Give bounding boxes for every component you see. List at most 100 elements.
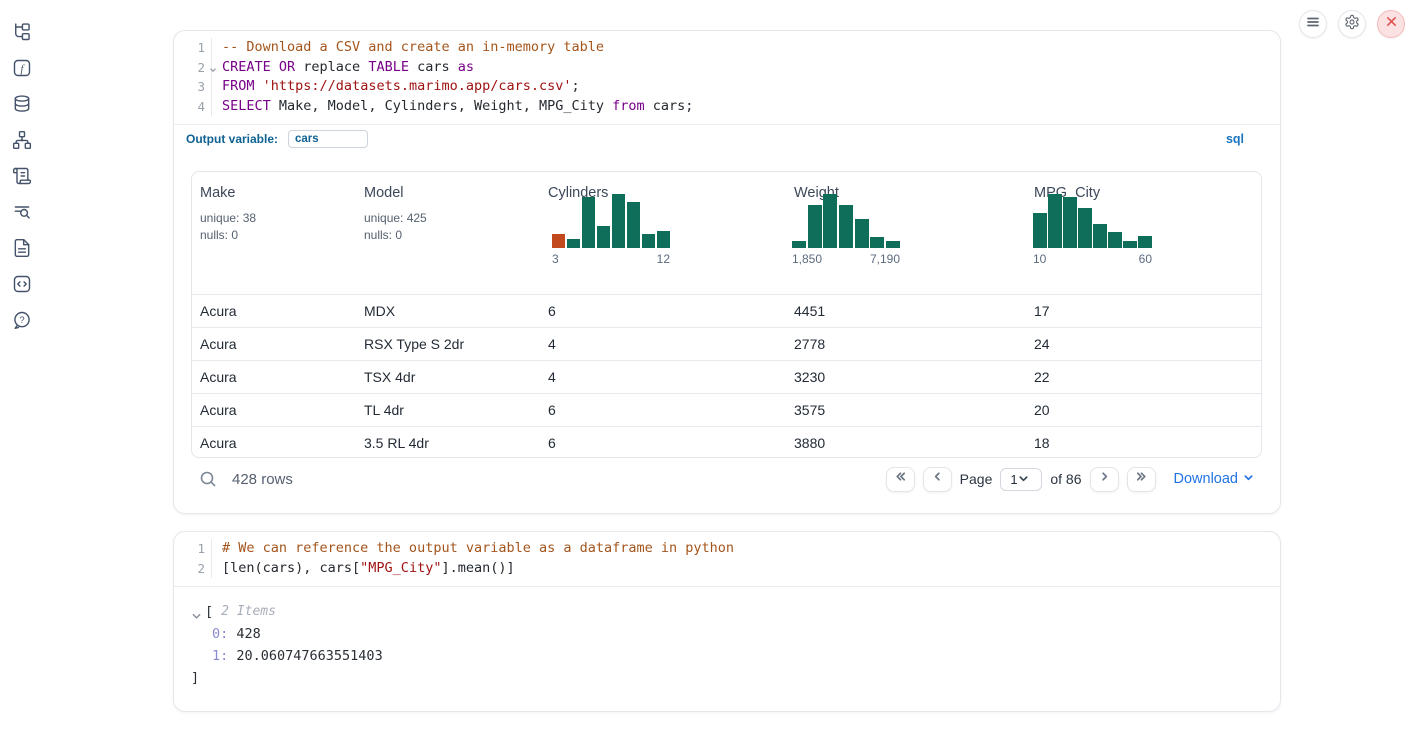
python-output: [ 2 Items 0: 4281: 20.060747663551403 ]	[174, 586, 1280, 689]
code-text: -- Download a CSV and create an in-memor…	[212, 38, 604, 58]
table-row[interactable]: AcuraTSX 4dr4323022	[192, 360, 1261, 393]
histogram-bar[interactable]	[1033, 213, 1047, 248]
histogram-bar[interactable]	[823, 194, 837, 248]
histogram-bar[interactable]	[1093, 224, 1107, 248]
first-page-button[interactable]	[886, 467, 915, 492]
row-count-label: 428 rows	[232, 471, 293, 488]
histogram-bar[interactable]	[1078, 208, 1092, 248]
download-label: Download	[1174, 471, 1239, 487]
histogram-bars	[792, 194, 900, 248]
help-icon[interactable]: ?	[12, 310, 32, 330]
tree-entries: 0: 4281: 20.060747663551403	[191, 623, 1280, 667]
code-text: SELECT Make, Model, Cylinders, Weight, M…	[212, 97, 693, 117]
histogram-bar[interactable]	[582, 197, 595, 248]
scratchpad-icon[interactable]	[12, 166, 32, 186]
table-cell: 6	[540, 303, 786, 319]
table-row[interactable]: Acura3.5 RL 4dr6388018	[192, 426, 1261, 458]
histogram-bar[interactable]	[839, 205, 853, 248]
notebook-menu-button[interactable]	[1299, 10, 1327, 38]
table-row[interactable]: AcuraTL 4dr6357520	[192, 393, 1261, 426]
search-icon[interactable]	[199, 469, 219, 489]
histogram-bar[interactable]	[886, 241, 900, 248]
tree-close-bracket: ]	[191, 667, 1280, 689]
histogram-bar[interactable]	[855, 219, 869, 248]
datasources-icon[interactable]	[12, 94, 32, 114]
tree-collapse-toggle[interactable]: [ 2 Items	[191, 601, 1280, 623]
histogram-bar[interactable]	[642, 234, 655, 248]
code-line: 1-- Download a CSV and create an in-memo…	[174, 38, 1280, 58]
documentation-icon[interactable]	[12, 238, 32, 258]
logs-search-icon[interactable]	[12, 202, 32, 222]
table-cell: TL 4dr	[356, 402, 540, 418]
histogram-bar[interactable]	[1123, 241, 1137, 248]
code-line: 2CREATE OR replace TABLE cars as	[174, 58, 1280, 78]
histogram-bar[interactable]	[792, 241, 806, 248]
chevrons-left-icon	[894, 470, 907, 488]
table-cell: 3575	[786, 402, 1026, 418]
table-cell: 22	[1026, 369, 1261, 385]
table-row[interactable]: AcuraMDX6445117	[192, 294, 1261, 327]
histogram-bar[interactable]	[870, 237, 884, 248]
column-histogram: 1060	[1033, 194, 1152, 266]
chevron-down-icon	[1243, 471, 1254, 487]
histogram-bar[interactable]	[1138, 236, 1152, 248]
table-cell: 4	[540, 336, 786, 352]
dependency-graph-icon[interactable]	[12, 130, 32, 150]
histogram-bar[interactable]	[1048, 194, 1062, 248]
python-code-editor[interactable]: 1# We can reference the output variable …	[174, 532, 1280, 586]
sql-code-editor[interactable]: 1-- Download a CSV and create an in-memo…	[174, 31, 1280, 124]
table-cell: 6	[540, 402, 786, 418]
histogram-bar[interactable]	[627, 202, 640, 248]
histogram-bars	[1033, 194, 1152, 248]
settings-button[interactable]	[1338, 10, 1366, 38]
table-cell: 17	[1026, 303, 1261, 319]
file-tree-icon[interactable]	[12, 22, 32, 42]
functions-icon[interactable]: f	[12, 58, 32, 78]
histogram-bar[interactable]	[1063, 197, 1077, 248]
output-variable-input[interactable]	[288, 130, 368, 148]
table-body: AcuraMDX6445117AcuraRSX Type S 2dr427782…	[192, 294, 1261, 458]
shutdown-close-icon	[1385, 15, 1398, 33]
fold-chevron-icon[interactable]	[208, 61, 218, 71]
histogram-bar[interactable]	[657, 231, 670, 248]
column-header-cylinders[interactable]: Cylinders312	[540, 172, 786, 294]
line-number: 2	[174, 559, 212, 579]
column-header-model[interactable]: Modelunique: 425nulls: 0	[356, 172, 540, 294]
histogram-axis-labels: 1,8507,190	[792, 252, 900, 266]
page-total-label: of 86	[1050, 471, 1081, 487]
page-label: Page	[960, 471, 993, 487]
tree-entry-key: 0:	[212, 626, 228, 642]
code-text: [len(cars), cars["MPG_City"].mean()]	[212, 559, 515, 579]
code-text: # We can reference the output variable a…	[212, 539, 734, 559]
snippets-icon[interactable]	[12, 274, 32, 294]
tree-entry-value: 428	[228, 626, 261, 642]
page-select-value: 1	[1010, 472, 1017, 487]
column-histogram: 1,8507,190	[792, 194, 900, 266]
sql-cell: 1 -- Download a CSV and create an in-memo…	[173, 30, 1281, 514]
line-number: 3	[174, 77, 212, 97]
download-button[interactable]: Download	[1174, 471, 1255, 487]
histogram-bar[interactable]	[1108, 232, 1122, 248]
table-cell: 6	[540, 435, 786, 451]
line-number: 1	[174, 539, 212, 559]
prev-page-button[interactable]	[923, 467, 952, 492]
column-header-weight[interactable]: Weight1,8507,190	[786, 172, 1026, 294]
table-header-row: Makeunique: 38nulls: 0Modelunique: 425nu…	[192, 172, 1261, 294]
column-header-mpg_city[interactable]: MPG_City1060	[1026, 172, 1261, 294]
histogram-bar[interactable]	[567, 239, 580, 248]
histogram-bar[interactable]	[612, 194, 625, 248]
table-cell: 3880	[786, 435, 1026, 451]
last-page-button[interactable]	[1127, 467, 1156, 492]
table-cell: 3.5 RL 4dr	[356, 435, 540, 451]
column-header-make[interactable]: Makeunique: 38nulls: 0	[192, 172, 356, 294]
histogram-bar[interactable]	[808, 205, 822, 248]
histogram-bar[interactable]	[552, 234, 565, 248]
table-row[interactable]: AcuraRSX Type S 2dr4277824	[192, 327, 1261, 360]
table-cell: TSX 4dr	[356, 369, 540, 385]
page-select[interactable]: 1	[1000, 468, 1042, 491]
next-page-button[interactable]	[1090, 467, 1119, 492]
shutdown-button[interactable]	[1377, 10, 1405, 38]
histogram-bar[interactable]	[597, 226, 610, 248]
code-text: FROM 'https://datasets.marimo.app/cars.c…	[212, 77, 580, 97]
column-name: Make	[200, 185, 352, 201]
